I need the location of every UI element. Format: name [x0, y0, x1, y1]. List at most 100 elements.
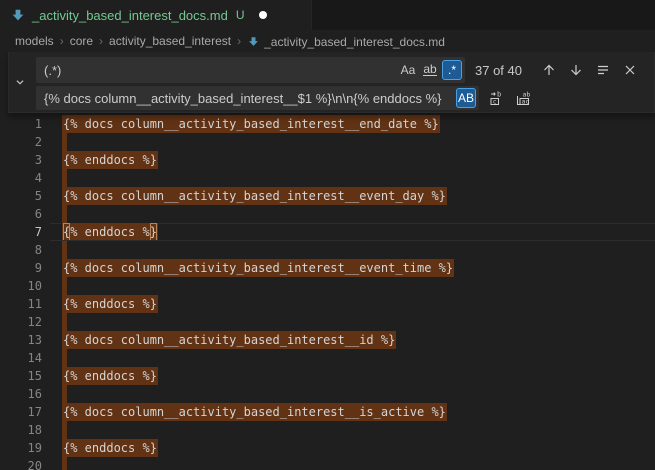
line-number[interactable]: 16	[0, 385, 42, 403]
replace-value[interactable]: {% docs column__activity_based_interest_…	[44, 91, 456, 106]
code-line[interactable]: 17 {% docs column__activity_based_interes…	[0, 403, 655, 421]
breadcrumb-item[interactable]: _activity_based_interest_docs.md	[247, 33, 445, 49]
line-content[interactable]: {% docs column__activity_based_interest_…	[62, 403, 655, 421]
line-content[interactable]	[62, 421, 655, 439]
line-number[interactable]: 5	[0, 187, 42, 205]
code-line[interactable]: 19 {% enddocs %}	[0, 439, 655, 457]
line-number[interactable]: 3	[0, 151, 42, 169]
line-number[interactable]: 1	[0, 115, 42, 133]
editor-tab[interactable]: _activity_based_interest_docs.md U	[0, 0, 312, 30]
whole-word-button[interactable]: ab	[420, 60, 440, 80]
code-line[interactable]: 8	[0, 241, 655, 259]
line-content[interactable]	[62, 241, 655, 259]
match-highlight: {% enddocs %}	[62, 223, 158, 241]
line-content[interactable]	[62, 133, 655, 151]
line-content[interactable]: {% enddocs %}	[62, 151, 655, 169]
breadcrumb-item[interactable]: core	[70, 34, 93, 48]
code-line[interactable]: 12	[0, 313, 655, 331]
code-line[interactable]: 3 {% enddocs %}	[0, 151, 655, 169]
modified-indicator[interactable]	[259, 11, 267, 19]
bracket-match: }	[150, 223, 157, 241]
match-highlight: {% enddocs %}	[62, 295, 158, 313]
regex-button[interactable]: .*	[442, 60, 462, 80]
find-input[interactable]: (.*) Aa ab .*	[36, 57, 465, 83]
line-number[interactable]: 19	[0, 439, 42, 457]
tab-bar: _activity_based_interest_docs.md U	[0, 0, 655, 30]
line-content[interactable]: {% docs column__activity_based_interest_…	[62, 115, 655, 133]
breadcrumb-item[interactable]: activity_based_interest	[109, 34, 231, 48]
line-content[interactable]	[62, 457, 655, 470]
code-line[interactable]: 18	[0, 421, 655, 439]
previous-match-button[interactable]	[539, 60, 559, 80]
code-line[interactable]: 1 {% docs column__activity_based_interest…	[0, 115, 655, 133]
line-number[interactable]: 15	[0, 367, 42, 385]
replace-input[interactable]: {% docs column__activity_based_interest_…	[36, 86, 479, 110]
line-number[interactable]: 9	[0, 259, 42, 277]
line-content[interactable]	[62, 313, 655, 331]
match-highlight	[62, 457, 67, 470]
replace-icon: b c	[489, 90, 505, 106]
line-content[interactable]	[62, 169, 655, 187]
code-line[interactable]: 15 {% enddocs %}	[0, 367, 655, 385]
line-number[interactable]: 12	[0, 313, 42, 331]
breadcrumb-item[interactable]: models	[15, 34, 54, 48]
line-number[interactable]: 13	[0, 331, 42, 349]
bracket-match: {	[63, 223, 70, 241]
code-line[interactable]: 10	[0, 277, 655, 295]
close-find-button[interactable]	[620, 60, 640, 80]
line-content[interactable]: {% docs column__activity_based_interest_…	[62, 187, 655, 205]
line-number[interactable]: 11	[0, 295, 42, 313]
tab-filename: _activity_based_interest_docs.md	[32, 8, 228, 23]
code-line[interactable]: 2	[0, 133, 655, 151]
arrow-up-icon	[541, 62, 557, 78]
code-line[interactable]: 14	[0, 349, 655, 367]
line-number[interactable]: 14	[0, 349, 42, 367]
line-number[interactable]: 2	[0, 133, 42, 151]
match-case-button[interactable]: Aa	[398, 60, 418, 80]
editor[interactable]: 1{% docs column__activity_based_interest…	[0, 52, 655, 470]
line-number[interactable]: 8	[0, 241, 42, 259]
code-line[interactable]: 20	[0, 457, 655, 470]
match-highlight: {% enddocs %}	[62, 367, 158, 385]
line-content[interactable]	[62, 277, 655, 295]
code-line[interactable]: 13 {% docs column__activity_based_interes…	[0, 331, 655, 349]
code-area[interactable]: 1{% docs column__activity_based_interest…	[0, 52, 655, 470]
line-content[interactable]: {% enddocs %}	[62, 439, 655, 457]
match-highlight: {% docs column__activity_based_interest_…	[62, 259, 454, 277]
line-content[interactable]	[62, 205, 655, 223]
code-line[interactable]: 6	[0, 205, 655, 223]
line-content[interactable]: {% enddocs %}	[62, 295, 655, 313]
line-number[interactable]: 17	[0, 403, 42, 421]
line-content[interactable]: {% docs column__activity_based_interest_…	[62, 331, 655, 349]
code-line[interactable]: 11 {% enddocs %}	[0, 295, 655, 313]
code-line[interactable]: 16	[0, 385, 655, 403]
line-number[interactable]: 10	[0, 277, 42, 295]
line-number[interactable]: 18	[0, 421, 42, 439]
match-highlight	[62, 349, 67, 367]
replace-all-button[interactable]: ab ac	[513, 88, 533, 108]
find-query[interactable]: (.*)	[44, 63, 398, 78]
match-highlight	[62, 205, 67, 223]
next-match-button[interactable]	[566, 60, 586, 80]
line-content[interactable]: {% enddocs %}	[62, 223, 655, 241]
code-line[interactable]: 7 {% enddocs %}	[0, 223, 655, 241]
code-line[interactable]: 9 {% docs column__activity_based_interest…	[0, 259, 655, 277]
toggle-replace-button[interactable]	[11, 72, 29, 92]
line-content[interactable]	[62, 385, 655, 403]
line-content[interactable]	[62, 349, 655, 367]
match-highlight	[62, 313, 67, 331]
code-line[interactable]: 4	[0, 169, 655, 187]
match-case-label: Aa	[401, 63, 416, 77]
preserve-case-button[interactable]: AB	[456, 88, 476, 108]
replace-button[interactable]: b c	[487, 88, 507, 108]
line-content[interactable]: {% enddocs %}	[62, 367, 655, 385]
line-number[interactable]: 6	[0, 205, 42, 223]
line-content[interactable]: {% docs column__activity_based_interest_…	[62, 259, 655, 277]
match-highlight: {% enddocs %}	[62, 439, 158, 457]
line-number[interactable]: 7	[0, 223, 42, 241]
match-count: 37 of 40	[475, 63, 539, 78]
line-number[interactable]: 4	[0, 169, 42, 187]
code-line[interactable]: 5 {% docs column__activity_based_interest…	[0, 187, 655, 205]
line-number[interactable]: 20	[0, 457, 42, 470]
find-in-selection-button[interactable]	[593, 60, 613, 80]
